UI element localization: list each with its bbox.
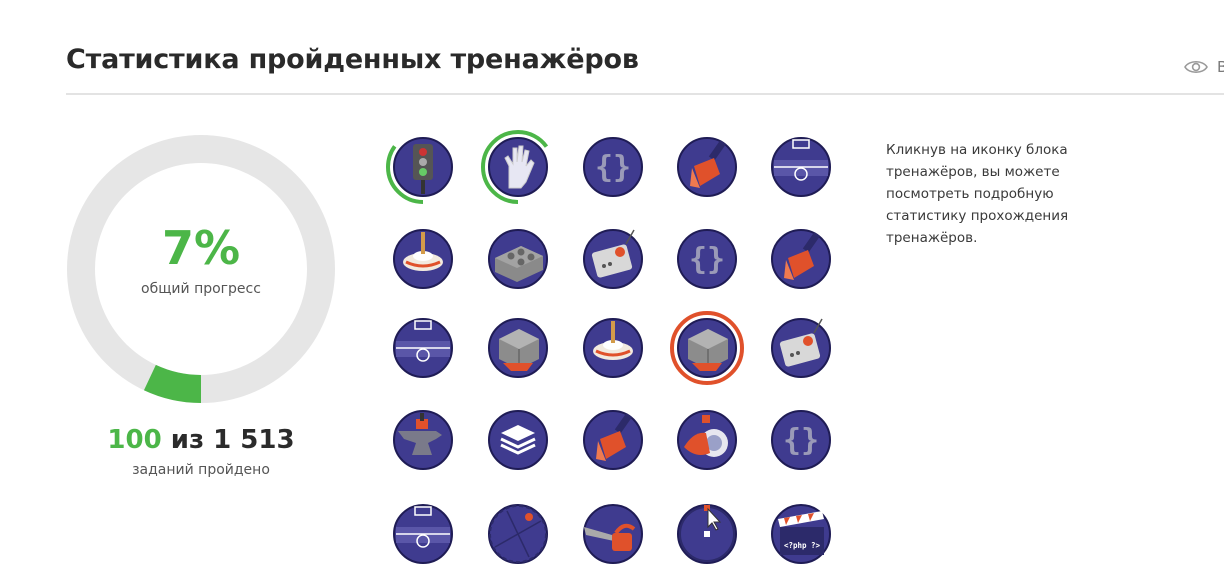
trainer-badge[interactable] xyxy=(670,403,744,477)
rubiks-cube-icon[interactable] xyxy=(481,311,555,385)
clapperboard-icon[interactable]: <?php ?> xyxy=(764,497,838,571)
paint-brush-icon[interactable] xyxy=(670,130,744,204)
trainer-badge[interactable]: {} xyxy=(764,403,838,477)
trainer-badge[interactable] xyxy=(576,497,650,571)
chainsaw-icon[interactable] xyxy=(576,497,650,571)
trainer-badge[interactable] xyxy=(764,130,838,204)
trainer-badge[interactable] xyxy=(764,222,838,296)
curly-braces-icon[interactable]: {} xyxy=(670,222,744,296)
trainer-badge[interactable] xyxy=(576,403,650,477)
football-field-icon[interactable] xyxy=(386,311,460,385)
trainer-badge[interactable] xyxy=(481,130,555,204)
curly-braces-icon[interactable]: {} xyxy=(764,403,838,477)
trainer-badge[interactable]: <?php ?> xyxy=(764,497,838,571)
svg-text:{}: {} xyxy=(595,150,631,185)
trainer-badge[interactable] xyxy=(670,497,744,571)
diving-helmet-icon[interactable] xyxy=(670,403,744,477)
svg-text:{}: {} xyxy=(783,423,819,458)
tasks-count: 100 из 1 513 xyxy=(66,425,336,455)
visibility-label[interactable]: В xyxy=(1217,58,1224,76)
football-field-icon[interactable] xyxy=(386,497,460,571)
lego-brick-icon[interactable] xyxy=(481,222,555,296)
tasks-total: 1 513 xyxy=(213,425,295,455)
traffic-light-icon[interactable] xyxy=(386,130,460,204)
hand-icon[interactable] xyxy=(481,130,555,204)
paint-brush-icon[interactable] xyxy=(764,222,838,296)
trainer-badge[interactable] xyxy=(481,222,555,296)
trainer-badge[interactable] xyxy=(386,311,460,385)
spinning-top-icon[interactable] xyxy=(576,311,650,385)
trainer-badge[interactable]: {} xyxy=(670,222,744,296)
trainer-badge[interactable] xyxy=(386,130,460,204)
trainer-badge[interactable] xyxy=(481,497,555,571)
trainer-badge[interactable] xyxy=(386,403,460,477)
control-box-icon[interactable] xyxy=(764,311,838,385)
tasks-of: из xyxy=(170,425,205,455)
compass-circle-icon[interactable] xyxy=(481,497,555,571)
progress-ring-fill xyxy=(143,364,202,403)
progress-percent: 7% xyxy=(161,221,241,275)
anvil-icon[interactable] xyxy=(386,403,460,477)
vector-cursor-icon[interactable] xyxy=(670,497,744,571)
svg-text:{}: {} xyxy=(689,242,725,277)
eye-icon[interactable] xyxy=(1184,58,1208,76)
page-title: Статистика пройденных тренажёров xyxy=(66,44,639,75)
trainer-badge[interactable] xyxy=(386,497,460,571)
rubiks-cube-icon[interactable] xyxy=(670,311,744,385)
paint-brush-icon[interactable] xyxy=(576,403,650,477)
football-field-icon[interactable] xyxy=(764,130,838,204)
curly-braces-icon[interactable]: {} xyxy=(576,130,650,204)
trainer-badge[interactable] xyxy=(481,311,555,385)
trainer-badge[interactable] xyxy=(764,311,838,385)
trainer-badge[interactable] xyxy=(670,130,744,204)
control-box-icon[interactable] xyxy=(576,222,650,296)
header-divider xyxy=(66,93,1224,95)
tasks-done: 100 xyxy=(107,425,162,455)
badge-text: <?php ?> xyxy=(784,541,821,550)
trainer-badge[interactable] xyxy=(386,222,460,296)
trainer-badge[interactable] xyxy=(576,311,650,385)
trainer-badge[interactable] xyxy=(481,403,555,477)
box-stack-icon[interactable] xyxy=(481,403,555,477)
tasks-caption: заданий пройдено xyxy=(132,462,270,478)
progress-caption: общий прогресс xyxy=(141,281,261,297)
spinning-top-icon[interactable] xyxy=(386,222,460,296)
trainer-badge[interactable] xyxy=(670,311,744,385)
hint-text: Кликнув на иконку блока тренажёров, вы м… xyxy=(886,142,1069,246)
trainer-badge[interactable] xyxy=(576,222,650,296)
trainer-badge[interactable]: {} xyxy=(576,130,650,204)
